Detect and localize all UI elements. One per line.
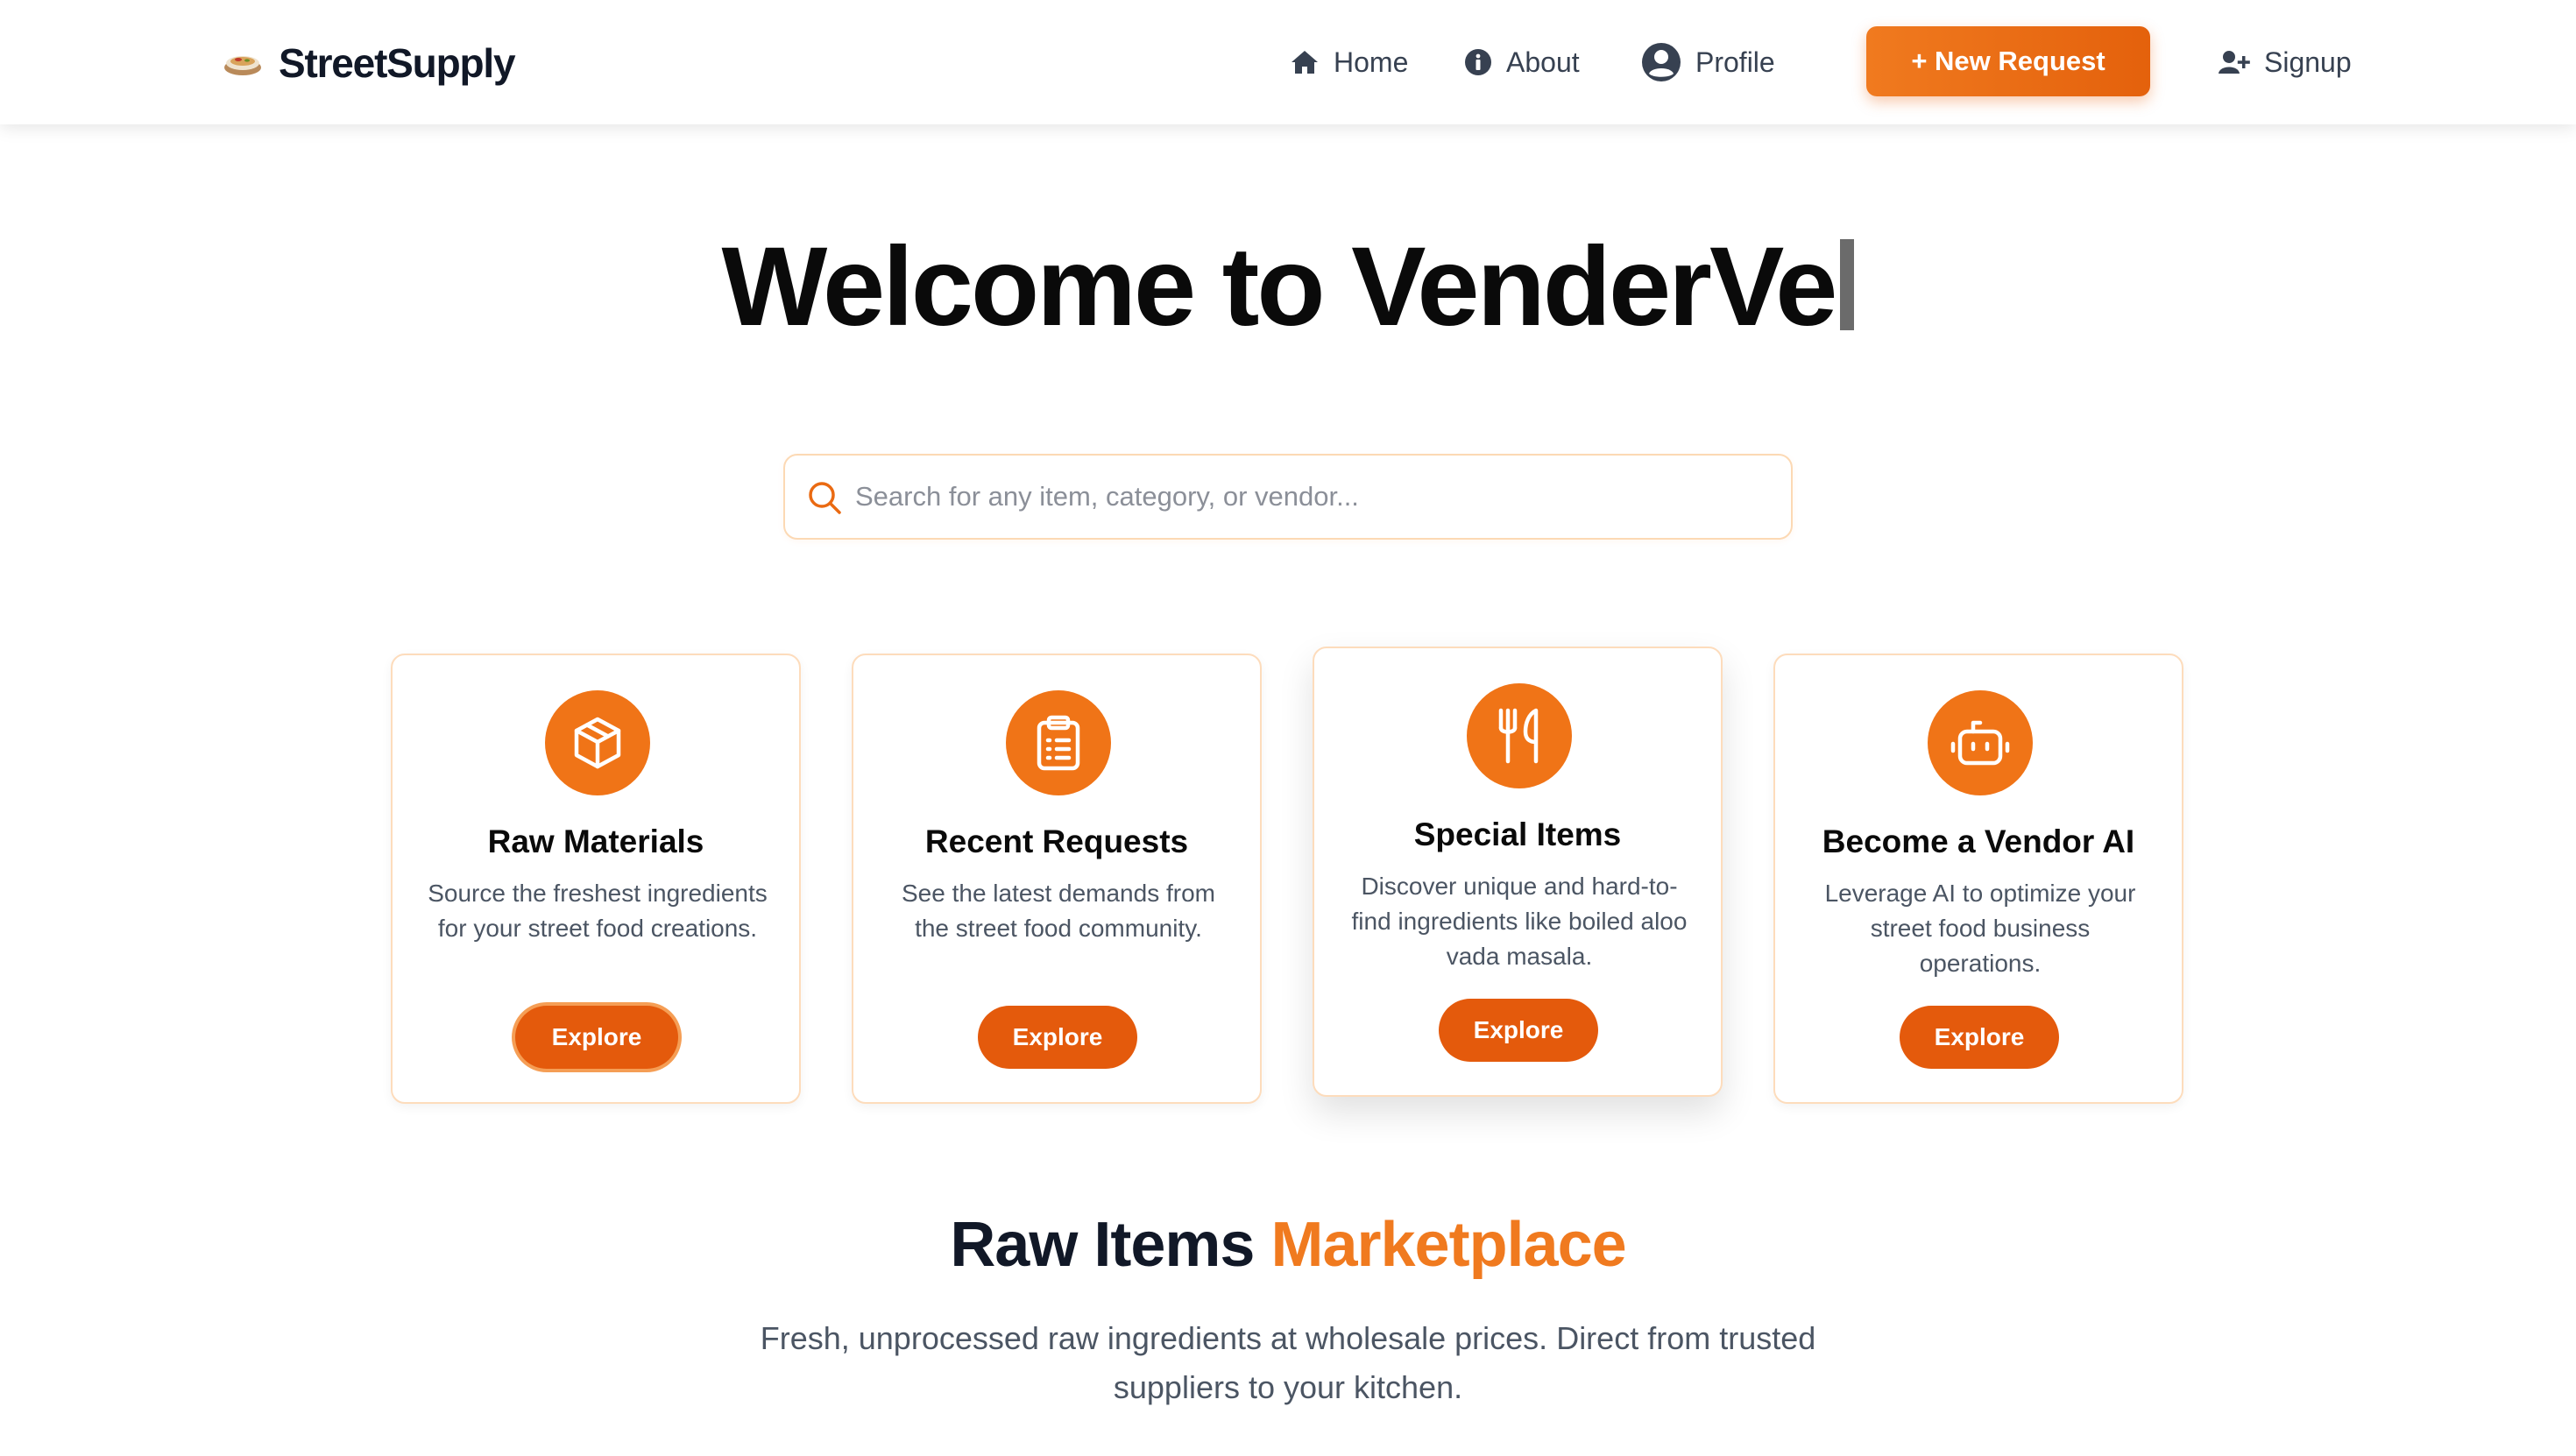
utensils-icon: [1498, 708, 1539, 764]
clipboard-list-icon: [1037, 715, 1080, 771]
card-icon-circle: [1467, 683, 1572, 788]
brand[interactable]: StreetSupply: [223, 35, 516, 91]
card-description: Leverage AI to optimize your street food…: [1824, 880, 2136, 977]
nav-signup-link[interactable]: Signup: [2219, 35, 2352, 89]
search-input[interactable]: [855, 456, 1775, 538]
box-icon: [574, 717, 621, 769]
marketplace-title: Raw Items Marketplace: [0, 1209, 2576, 1281]
nav-about-label: About: [1506, 46, 1580, 78]
explore-button[interactable]: Explore: [978, 1006, 1137, 1069]
explore-button[interactable]: Explore: [515, 1006, 678, 1069]
card-special-items: Special Items Discover unique and hard-t…: [1313, 647, 1723, 1097]
card-raw-materials: Raw Materials Source the freshest ingred…: [391, 654, 801, 1104]
nav-home-label: Home: [1334, 46, 1409, 78]
card-description: See the latest demands from the street f…: [902, 880, 1215, 942]
card-become-vendor-ai: Become a Vendor AI Leverage AI to optimi…: [1773, 654, 2183, 1104]
new-request-button[interactable]: + New Request: [1866, 26, 2150, 96]
hero-title: Welcome to VenderVe: [0, 226, 2576, 349]
info-circle-icon: [1465, 49, 1491, 75]
user-circle-icon: [1642, 43, 1681, 81]
explore-button[interactable]: Explore: [1439, 999, 1598, 1062]
card-title: Become a Vendor AI: [1822, 823, 2135, 859]
nav-profile-link[interactable]: Profile: [1641, 35, 1775, 89]
card-title: Special Items: [1413, 816, 1622, 852]
marketplace-subtitle: Fresh, unprocessed raw ingredients at wh…: [760, 1320, 1816, 1405]
navbar: StreetSupply Home About Profile + New Re…: [0, 0, 2576, 124]
user-plus-icon: [2219, 51, 2250, 74]
food-bowl-icon: [224, 56, 261, 75]
nav-home-link[interactable]: Home: [1290, 35, 1408, 89]
search-bar: [783, 454, 1793, 540]
brand-name: StreetSupply: [279, 40, 516, 86]
explore-button[interactable]: Explore: [1900, 1006, 2059, 1069]
card-description: Discover unique and hard-to-find ingredi…: [1351, 873, 1688, 970]
search-icon: [809, 482, 841, 514]
hero-title-text: Welcome to VenderVe: [721, 224, 1838, 350]
home-icon: [1292, 51, 1318, 74]
nav-signup-label: Signup: [2264, 46, 2352, 78]
typing-caret: [1840, 239, 1855, 330]
card-icon-circle: [1928, 690, 2033, 795]
marketplace-title-main: Raw Items: [950, 1210, 1255, 1280]
card-title: Recent Requests: [924, 823, 1189, 859]
card-description: Source the freshest ingredients for your…: [428, 880, 768, 942]
robot-icon: [1950, 720, 2010, 766]
nav-profile-label: Profile: [1695, 46, 1775, 78]
card-icon-circle: [545, 690, 650, 795]
marketplace-title-accent: Marketplace: [1270, 1210, 1626, 1280]
card-recent-requests: Recent Requests See the latest demands f…: [852, 654, 1262, 1104]
nav-about-link[interactable]: About: [1464, 35, 1580, 89]
card-title: Raw Materials: [487, 823, 704, 859]
card-icon-circle: [1006, 690, 1111, 795]
